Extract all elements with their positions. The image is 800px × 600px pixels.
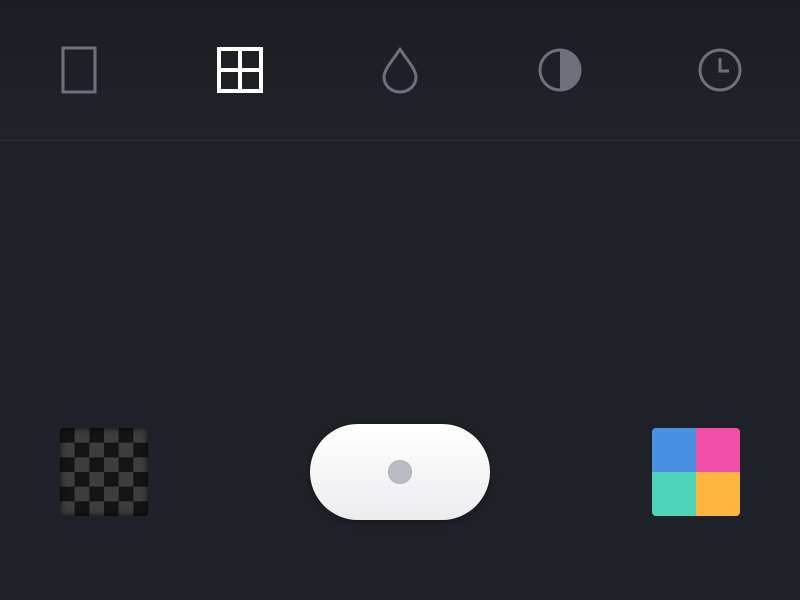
- frame-tool-button[interactable]: [50, 40, 110, 100]
- drop-icon: [382, 47, 418, 94]
- drop-tool-button[interactable]: [370, 40, 430, 100]
- camera-app: [0, 0, 800, 600]
- top-toolbar: [0, 0, 800, 141]
- contrast-tool-button[interactable]: [530, 40, 590, 100]
- grid-tool-button[interactable]: [210, 40, 270, 100]
- frame-icon: [61, 46, 97, 94]
- contrast-icon: [538, 48, 582, 92]
- palette-teal-cell: [652, 472, 696, 516]
- palette-orange-cell: [696, 472, 740, 516]
- shutter-button[interactable]: [310, 424, 490, 520]
- color-palette-button[interactable]: [652, 428, 740, 516]
- palette-blue-cell: [652, 428, 696, 472]
- palette-pink-cell: [696, 428, 740, 472]
- timer-tool-button[interactable]: [690, 40, 750, 100]
- clock-icon: [698, 48, 742, 92]
- checkerboard-swatch-button[interactable]: [60, 428, 148, 516]
- bottom-controls: [0, 400, 800, 540]
- shutter-dot: [388, 460, 412, 484]
- grid-icon: [217, 47, 263, 93]
